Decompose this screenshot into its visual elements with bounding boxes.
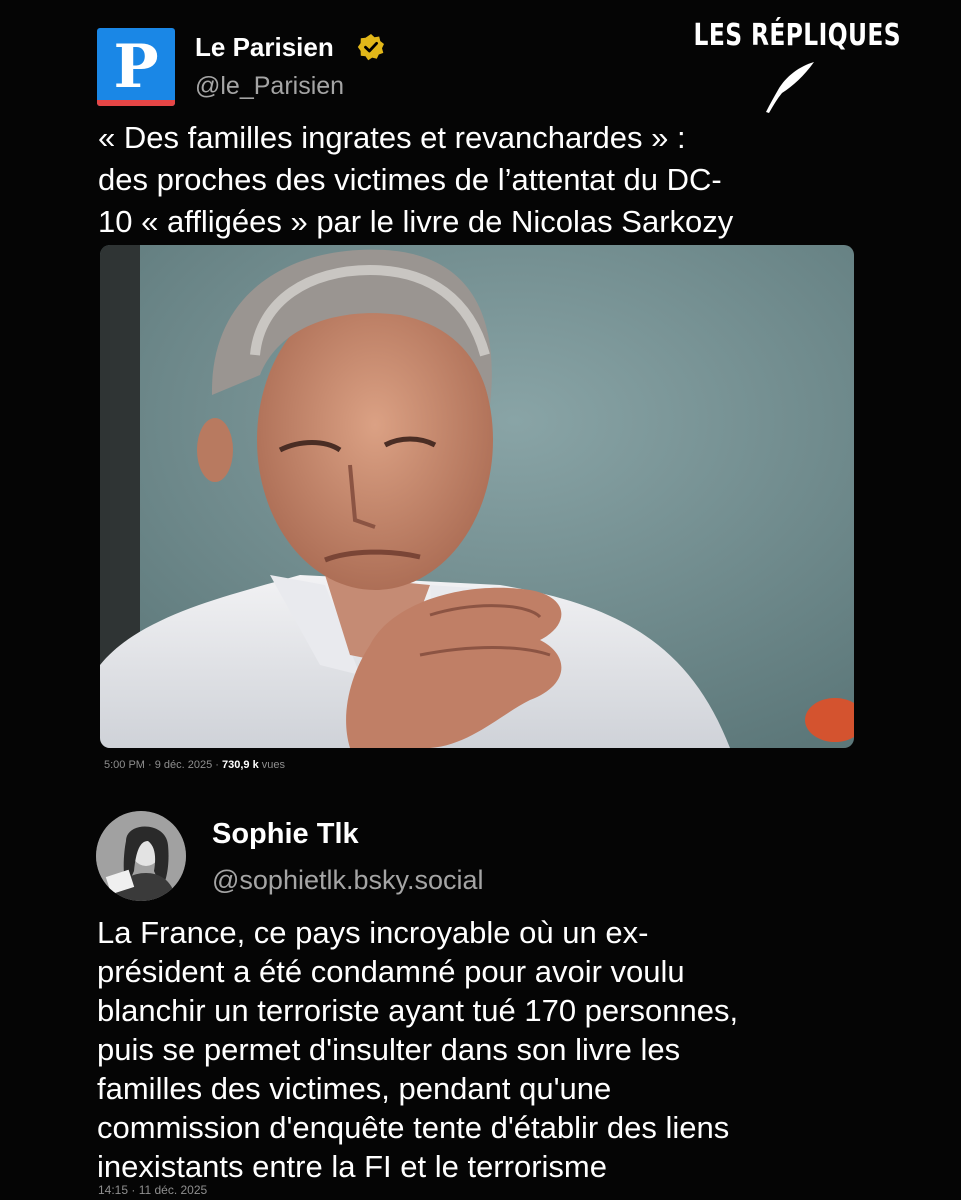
tweet2-text-line: La France, ce pays incroyable où un ex-	[97, 915, 649, 950]
tweet2-text-line: puis se permet d'insulter dans son livre…	[97, 1032, 681, 1067]
brand-logo-text: LES RÉPLIQUES	[693, 18, 901, 53]
verified-badge-icon	[357, 34, 384, 61]
screenshot-frame: LES RÉPLIQUES P Le Parisien @le_Parisien…	[0, 0, 961, 1200]
tweet1-text: « Des familles ingrates et revanchardes …	[98, 117, 898, 243]
tweet1-views-count: 730,9 k	[222, 759, 259, 771]
tweet2-timestamp: 14:15 · 11 déc. 2025	[98, 1183, 208, 1197]
tweet2-text: La France, ce pays incroyable où un ex- …	[97, 913, 937, 1186]
tweet1-text-line: des proches des victimes de l’attentat d…	[98, 162, 722, 197]
tweet2-text-line: président a été condamné pour avoir voul…	[97, 954, 685, 989]
avatar-stripe	[97, 100, 175, 106]
tweet1-handle[interactable]: @le_Parisien	[195, 72, 344, 101]
tweet2-text-line: inexistants entre la FI et le terrorisme	[97, 1149, 607, 1184]
tweet2-text-line: commission d'enquête tente d'établir des…	[97, 1110, 730, 1145]
tweet2-text-line: blanchir un terroriste ayant tué 170 per…	[97, 993, 739, 1028]
tweet1-meta: 5:00 PM · 9 déc. 2025 · 730,9 k vues	[104, 759, 285, 771]
tweet2-text-line: familles des victimes, pendant qu'une	[97, 1071, 612, 1106]
tweet1-views-label: vues	[258, 759, 286, 771]
tweet2-author-name[interactable]: Sophie Tlk	[212, 818, 359, 851]
avatar-letter: P	[113, 32, 159, 102]
tweet1-text-line: « Des familles ingrates et revanchardes …	[98, 120, 686, 155]
tweet2-handle[interactable]: @sophietlk.bsky.social	[212, 865, 484, 896]
tweet1-photo[interactable]	[100, 245, 854, 748]
le-parisien-avatar[interactable]: P	[97, 28, 175, 106]
quill-icon	[766, 62, 814, 113]
tweet1-author-name[interactable]: Le Parisien	[195, 32, 334, 63]
sophie-tlk-avatar[interactable]	[96, 811, 186, 901]
tweet1-text-line: 10 « affligées » par le livre de Nicolas…	[98, 204, 734, 239]
tweet1-timestamp: 5:00 PM · 9 déc. 2025 ·	[104, 759, 223, 771]
